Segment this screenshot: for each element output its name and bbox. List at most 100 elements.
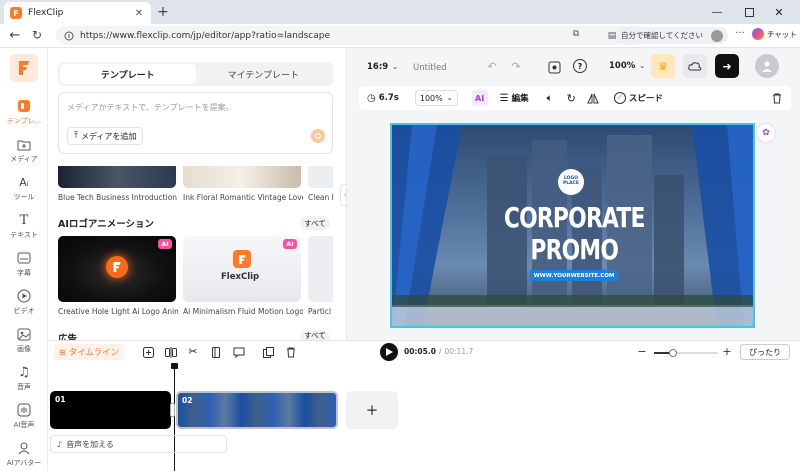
project-name[interactable]: Untitled <box>413 63 447 73</box>
template-prompt-box[interactable]: メディアかテキストで、テンプレートを提案。 ⤒ メディアを追加 <box>58 92 333 154</box>
speed-label[interactable]: スピード <box>629 92 663 104</box>
see-all-button[interactable]: すべて <box>300 216 330 230</box>
back-icon[interactable]: ← <box>8 28 22 43</box>
rail-item-video[interactable]: ビデオ <box>0 288 48 316</box>
zoom-slider-knob[interactable] <box>669 349 677 357</box>
url-field[interactable]: https://www.flexclip.com/jp/editor/app?r… <box>56 26 646 45</box>
redo-icon[interactable]: ↷ <box>509 60 523 73</box>
logo-placeholder-text: LOGO PLACE <box>562 176 580 186</box>
duplicate-icon[interactable] <box>261 345 275 359</box>
undo-icon[interactable]: ↶ <box>485 60 499 73</box>
headline-1[interactable]: CORPORATE <box>474 199 674 235</box>
chevron-down-icon: ⌄ <box>639 62 646 70</box>
rail-item-templates[interactable]: テンプレ... <box>0 98 48 126</box>
browser-tab[interactable]: F FlexClip ✕ <box>4 2 151 24</box>
aspect-ratio-select[interactable]: 16:9 ⌄ <box>367 62 398 72</box>
template-thumb-ink-floral[interactable] <box>183 166 301 188</box>
split-icon[interactable] <box>164 345 178 359</box>
video-icon <box>16 288 32 304</box>
screen-capture-icon[interactable] <box>547 60 561 74</box>
adjust-sliders-icon[interactable]: ☰ <box>500 93 509 104</box>
copilot-button[interactable]: チャット <box>752 28 797 40</box>
close-window-icon[interactable]: ✕ <box>772 5 786 19</box>
template-thumb-minimalism[interactable]: AI FlexClip <box>183 236 301 302</box>
clip-number: 02 <box>182 396 193 405</box>
rail-label: メディア <box>10 155 38 163</box>
edit-label[interactable]: 編集 <box>512 92 529 104</box>
flip-icon[interactable] <box>586 91 600 105</box>
timeline-toggle[interactable]: ⊞ タイムライン <box>54 344 125 360</box>
more-menu-icon[interactable]: ··· <box>733 28 747 39</box>
panel-tabs: テンプレート マイテンプレート <box>58 62 333 86</box>
delete-icon[interactable] <box>771 92 783 104</box>
cloud-save-button[interactable] <box>683 54 707 78</box>
template-caption: Creative Hole Light Ai Logo Anim... <box>58 307 178 316</box>
timeline-zoom-slider[interactable] <box>654 349 718 357</box>
volume-icon[interactable]: 🔈︎ <box>547 93 553 104</box>
zoom-out-icon[interactable]: − <box>636 345 648 358</box>
clip-02[interactable]: 02 <box>176 391 338 429</box>
add-scene-button[interactable]: + <box>346 391 398 429</box>
premium-crown-button[interactable]: ♛ <box>651 54 675 78</box>
clip-transition-handle[interactable] <box>170 403 175 417</box>
playhead[interactable] <box>171 363 178 471</box>
logo-placeholder[interactable]: LOGO PLACE <box>558 169 584 195</box>
rail-item-images[interactable]: 画像 <box>0 326 48 354</box>
add-audio-track[interactable]: ♪ 音声を加える <box>50 435 227 453</box>
reload-icon[interactable]: ↻ <box>30 28 44 42</box>
flexclip-logo[interactable] <box>10 54 38 82</box>
timeline-label: タイムライン <box>68 348 120 358</box>
close-tab-icon[interactable]: ✕ <box>133 7 145 19</box>
rotate-icon[interactable]: ↻ <box>567 92 576 105</box>
add-media-button[interactable]: ⤒ メディアを追加 <box>67 127 144 145</box>
rail-item-media[interactable]: メディア <box>0 136 48 164</box>
rail-item-text[interactable]: T テキスト <box>0 212 48 240</box>
scissors-icon[interactable]: ✂ <box>186 344 200 358</box>
website-banner[interactable]: WWW.YOURWEBSITE.COM <box>530 270 618 281</box>
template-thumb-hole-light[interactable]: AI <box>58 236 176 302</box>
profile-button[interactable]: 自分で確認してください <box>616 27 728 44</box>
avatar-person-icon <box>16 440 32 456</box>
ai-tools-button[interactable]: AI <box>471 90 488 106</box>
rail-item-ai-avatar[interactable]: AIアバター <box>0 440 48 468</box>
zoom-in-icon[interactable]: + <box>721 345 733 358</box>
zoom-select[interactable]: 100% ⌄ <box>609 61 645 71</box>
clip-01[interactable]: 01 <box>50 391 171 429</box>
minimize-icon[interactable]: ― <box>710 5 724 19</box>
video-canvas[interactable]: LOGO PLACE CORPORATE PROMO WWW.YOURWEBSI… <box>390 123 755 328</box>
headline-2-text: PROMO <box>530 232 619 266</box>
user-avatar[interactable] <box>755 54 779 78</box>
play-button[interactable] <box>380 343 398 361</box>
fit-button[interactable]: ぴったり <box>740 344 790 360</box>
extensions-icon[interactable]: ⧉ <box>570 29 582 39</box>
template-thumb-particle[interactable] <box>308 236 333 302</box>
headline-1-text: CORPORATE <box>503 200 646 234</box>
rail-item-ai-voice[interactable]: AI音声 <box>0 402 48 430</box>
template-thumb-clean[interactable] <box>308 166 333 188</box>
scale-select[interactable]: 100% ⌄ <box>414 90 458 106</box>
new-tab-icon[interactable]: + <box>156 4 170 20</box>
export-button[interactable]: ➜ <box>715 54 739 78</box>
template-thumb-blue-tech[interactable] <box>58 166 176 188</box>
tab-templates[interactable]: テンプレート <box>60 64 196 84</box>
rail-item-tools[interactable]: Aᵢ ツール <box>0 174 48 202</box>
canvas-plugin-badge[interactable]: ✿ <box>757 124 775 142</box>
delete-clip-icon[interactable] <box>284 345 298 359</box>
template-caption: Ai Minimalism Fluid Motion Logo... <box>183 307 303 316</box>
rail-item-audio[interactable]: ♫ 音声 <box>0 364 48 392</box>
rail-item-subtitles[interactable]: 字幕 <box>0 250 48 278</box>
playhead-handle[interactable] <box>171 363 178 369</box>
help-icon[interactable]: ? <box>573 59 587 73</box>
add-clip-icon[interactable] <box>141 345 155 359</box>
site-info-icon[interactable] <box>64 31 74 41</box>
headline-2[interactable]: PROMO <box>474 231 674 267</box>
trim-icon[interactable] <box>209 345 223 359</box>
maximize-icon[interactable] <box>742 5 756 19</box>
duration-value[interactable]: 6.7s <box>379 93 399 103</box>
rail-label: テキスト <box>10 231 38 239</box>
submit-prompt-button[interactable] <box>311 129 325 143</box>
tab-my-templates[interactable]: マイテンプレート <box>196 64 332 84</box>
see-all-button[interactable]: すべて <box>300 331 330 340</box>
caption-bubble-icon[interactable] <box>232 345 246 359</box>
rail-label: ビデオ <box>13 307 35 315</box>
